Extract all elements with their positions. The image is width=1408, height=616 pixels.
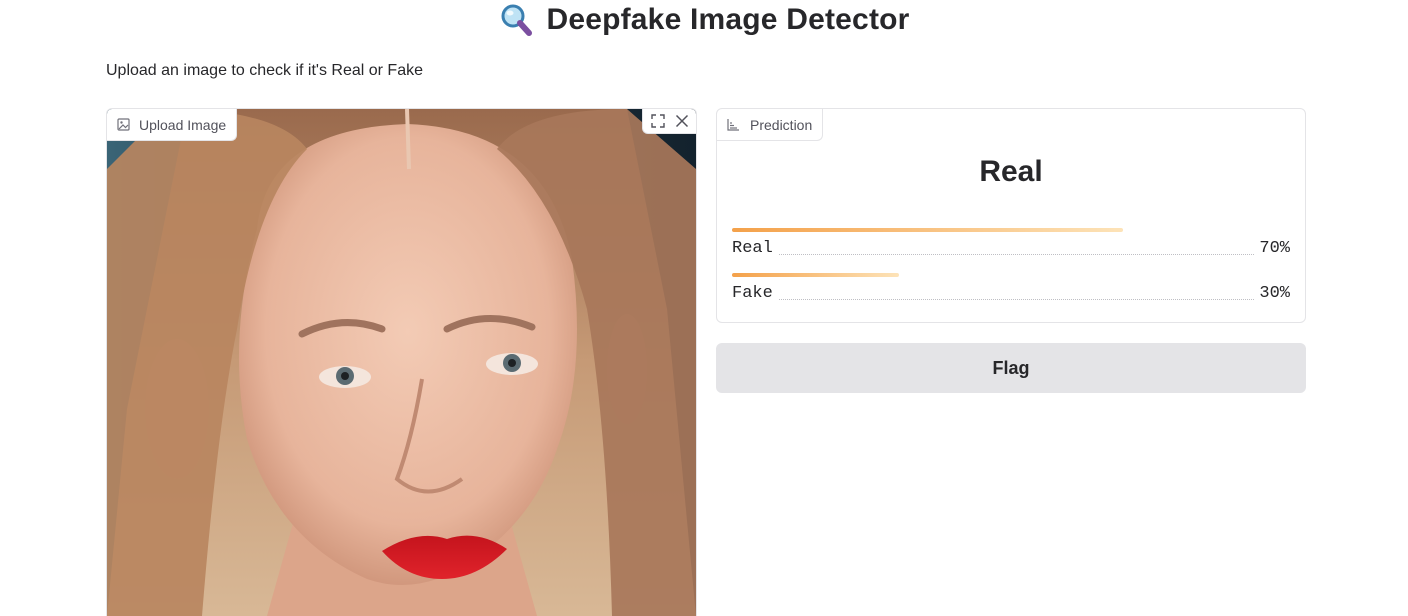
confidence-dots [732,254,1290,255]
confidence-dots [732,299,1290,300]
image-input-label: Upload Image [107,109,238,141]
image-input-label-text: Upload Image [139,116,227,133]
bar-chart-icon [727,119,739,131]
uploaded-face-image [107,109,696,616]
confidence-percent: 30% [1255,284,1290,303]
fullscreen-button[interactable] [649,112,667,130]
prediction-label-text: Prediction [750,116,813,133]
confidence-bar [732,228,1123,232]
confidence-name: Fake [732,284,779,303]
magnifier-icon [501,4,533,36]
clear-image-button[interactable] [673,112,691,130]
flag-button[interactable]: Flag [716,343,1306,393]
page-title: Deepfake Image Detector [546,3,910,36]
image-controls [642,109,696,134]
confidence-percent: 70% [1255,239,1290,258]
prediction-label: Prediction [717,109,824,141]
confidence-row[interactable]: Real 70% [732,228,1290,258]
page-description: Upload an image to check if it's Real or… [106,62,423,79]
predicted-class: Real [979,155,1043,188]
image-icon [117,118,130,131]
confidence-row[interactable]: Fake 30% [732,273,1290,303]
prediction-panel: Prediction Real Real 70% Fake 30% [716,108,1306,323]
image-upload-panel[interactable]: Upload Image [106,108,697,616]
close-icon [675,114,689,128]
fullscreen-icon [651,114,665,128]
confidence-name: Real [732,239,779,258]
confidence-bar [732,273,899,277]
header: Deepfake Image Detector [0,0,1408,40]
